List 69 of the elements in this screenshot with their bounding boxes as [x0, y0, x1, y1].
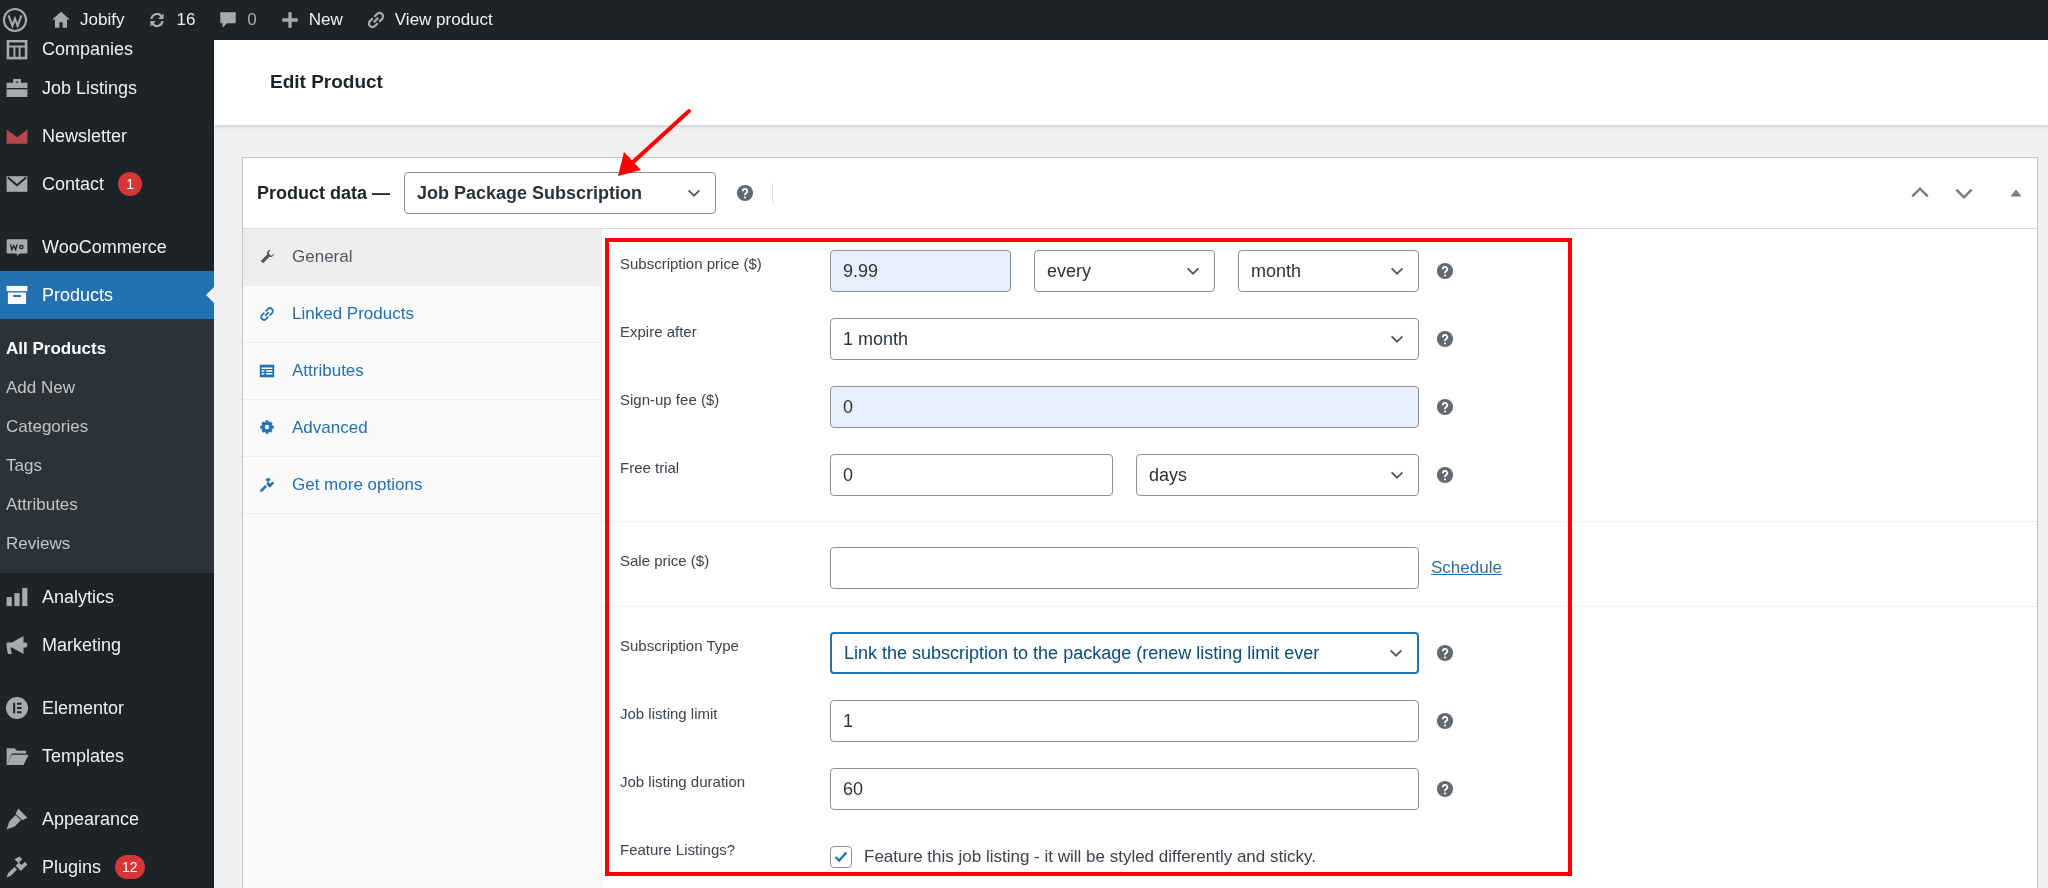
product-data-tab[interactable]: Attributes	[243, 343, 601, 400]
submenu-item[interactable]: Categories	[0, 407, 214, 446]
field-label: Job listing duration	[620, 772, 747, 792]
plug-icon	[258, 476, 276, 494]
sidebar-item[interactable]: Job Listings	[0, 64, 214, 112]
count-badge: 1	[118, 172, 143, 196]
field-label: Subscription Type	[620, 636, 740, 656]
dropdown-select[interactable]: Link the subscription to the package (renew listing limit ever	[830, 632, 1419, 674]
field-label: Sale price ($)	[620, 551, 711, 571]
table-icon	[258, 362, 276, 380]
product-data-tab[interactable]: Get more options	[243, 457, 601, 514]
dropdown-select[interactable]: every	[1034, 250, 1215, 292]
schedule-link[interactable]: Schedule	[1431, 555, 1502, 581]
text-field[interactable]: 9.99	[830, 250, 1011, 292]
gear-icon	[258, 419, 276, 437]
help-icon	[736, 184, 754, 202]
sidebar-item[interactable]: Products	[0, 271, 214, 319]
link-icon	[258, 305, 276, 323]
wrench-icon	[258, 248, 276, 266]
sidebar-item[interactable]: Appearance	[0, 795, 214, 843]
submenu-item[interactable]: Tags	[0, 446, 214, 485]
wordpress-logo-icon[interactable]	[2, 7, 28, 33]
submenu-item[interactable]: Attributes	[0, 485, 214, 524]
text-field[interactable]: 0	[830, 454, 1113, 496]
field-label: Free trial	[620, 458, 681, 478]
sidebar-item[interactable]: Contact 1	[0, 160, 214, 208]
text-field[interactable]	[830, 547, 1419, 589]
dropdown-select[interactable]: days	[1136, 454, 1419, 496]
sidebar-item[interactable]: Templates	[0, 732, 214, 780]
field-label: Job listing limit	[620, 704, 719, 724]
sidebar-item[interactable]: Newsletter	[0, 112, 214, 160]
panel-title: Product data —	[257, 181, 390, 205]
current-menu-notch	[206, 287, 214, 303]
field-label: Feature Listings?	[620, 840, 737, 860]
admin-bar-link[interactable]: Jobify	[50, 7, 125, 33]
checkbox[interactable]	[830, 846, 852, 868]
sidebar-item[interactable]: Companies	[0, 40, 214, 64]
submenu-item[interactable]: Reviews	[0, 524, 214, 563]
text-field[interactable]: 1	[830, 700, 1419, 742]
calendar-icon	[4, 40, 30, 62]
admin-bar-link[interactable]: 16	[146, 7, 196, 33]
sidebar-item[interactable]: Marketing	[0, 621, 214, 669]
field-label: Sign-up fee ($)	[620, 390, 721, 410]
sidebar-item[interactable]: WooCommerce	[0, 223, 214, 271]
product-data-tab[interactable]: Advanced	[243, 400, 601, 457]
count-badge: 12	[115, 855, 145, 879]
product-data-tab[interactable]: Linked Products	[243, 286, 601, 343]
field-label: Subscription price ($)	[620, 254, 763, 274]
field-label: Expire after	[620, 322, 698, 342]
text-field[interactable]: 60	[830, 768, 1419, 810]
dropdown-select[interactable]: month	[1238, 250, 1419, 292]
page-title: Edit Product	[270, 70, 383, 95]
elementor-icon	[4, 695, 30, 721]
admin-bar-link[interactable]: New	[278, 7, 343, 33]
sidebar-item[interactable]: Elementor	[0, 684, 214, 732]
admin-bar-link[interactable]: 0	[217, 7, 257, 33]
submenu-item[interactable]: All Products	[0, 329, 214, 368]
home-icon	[50, 9, 72, 31]
product-data-tab[interactable]: General	[243, 229, 601, 286]
submenu-item[interactable]: Add New	[0, 368, 214, 407]
text-field[interactable]: 0	[830, 386, 1419, 428]
sidebar-item[interactable]: Analytics	[0, 573, 214, 621]
plug-icon	[4, 854, 30, 880]
paintbrush-icon	[4, 806, 30, 832]
checkbox-label: Feature this job listing - it will be styled differently and sticky.	[864, 846, 1316, 869]
product-type-select[interactable]: Job Package Subscription	[404, 172, 716, 214]
admin-bar-link[interactable]: View product	[364, 7, 493, 33]
dropdown-select[interactable]: 1 month	[830, 318, 1419, 360]
sidebar-item[interactable]: Plugins 12	[0, 843, 214, 888]
